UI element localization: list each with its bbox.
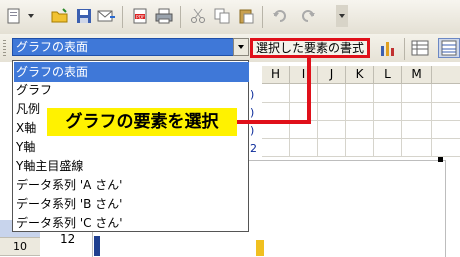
- separator: [122, 6, 123, 28]
- cell-value: ): [250, 124, 255, 137]
- open-icon[interactable]: [50, 6, 70, 26]
- dropdown-item[interactable]: グラフ: [14, 80, 249, 100]
- grid-line: [262, 156, 460, 157]
- column-header-m[interactable]: M: [402, 66, 432, 84]
- copy-icon[interactable]: [212, 6, 232, 26]
- separator: [180, 6, 181, 28]
- chart-element-dropdown: グラフの表面 グラフ 凡例 X軸 Y軸 Y軸主目盛線 データ系列 'A さん' …: [12, 60, 249, 232]
- annotation-line: [307, 58, 311, 124]
- pdf-icon[interactable]: PDF: [130, 6, 150, 26]
- row-header[interactable]: 10: [0, 238, 40, 256]
- annotation-line: [237, 120, 311, 124]
- svg-text:PDF: PDF: [136, 15, 145, 21]
- column-header-h[interactable]: H: [262, 66, 290, 84]
- cell-value: ): [250, 106, 255, 119]
- dropdown-item[interactable]: データ系列 'C さん': [14, 213, 249, 233]
- cut-icon[interactable]: [188, 6, 208, 26]
- chart-bar[interactable]: [256, 240, 264, 256]
- chevron-down-icon[interactable]: [25, 6, 37, 26]
- new-document-icon[interactable]: [4, 6, 24, 26]
- column-header-k[interactable]: K: [346, 66, 374, 84]
- toolbar-grip[interactable]: [3, 40, 6, 56]
- axis-tick-label: 12: [60, 232, 76, 246]
- separator: [262, 6, 263, 28]
- chevron-down-icon[interactable]: [233, 38, 249, 56]
- dropdown-item[interactable]: Y軸: [14, 137, 249, 157]
- dropdown-item[interactable]: データ系列 'B さん': [14, 194, 249, 214]
- column-header-l[interactable]: L: [374, 66, 402, 84]
- dropdown-item[interactable]: グラフの表面: [14, 62, 249, 82]
- chart-bar[interactable]: [94, 236, 100, 256]
- chart-element-select[interactable]: グラフの表面: [12, 38, 249, 56]
- format-selection-button[interactable]: 選択した要素の書式: [250, 38, 370, 58]
- grid-line: [262, 138, 460, 139]
- data-table-icon[interactable]: [410, 38, 430, 58]
- redo-icon[interactable]: [298, 6, 318, 26]
- cell-value: ): [250, 88, 255, 101]
- print-icon[interactable]: [154, 6, 174, 26]
- more-icon[interactable]: [336, 5, 348, 27]
- annotation-callout: グラフの要素を選択: [47, 108, 237, 136]
- undo-icon[interactable]: [270, 6, 290, 26]
- save-icon[interactable]: [74, 6, 94, 26]
- column-header-j[interactable]: J: [318, 66, 346, 84]
- selection-handle[interactable]: [438, 157, 443, 162]
- dropdown-item[interactable]: Y軸主目盛線: [14, 156, 249, 176]
- dropdown-item[interactable]: データ系列 'A さん': [14, 175, 249, 195]
- column-header-i[interactable]: I: [290, 66, 318, 84]
- separator: [404, 38, 405, 60]
- standard-toolbar: PDF: [0, 0, 460, 35]
- column-header-n[interactable]: [432, 66, 460, 84]
- cell-value: 2: [250, 142, 257, 155]
- horizontal-grid-icon[interactable]: [438, 38, 460, 58]
- email-icon[interactable]: [96, 6, 116, 26]
- grid-line: [262, 102, 460, 103]
- chart-type-icon[interactable]: [378, 38, 398, 58]
- paste-icon[interactable]: [236, 6, 256, 26]
